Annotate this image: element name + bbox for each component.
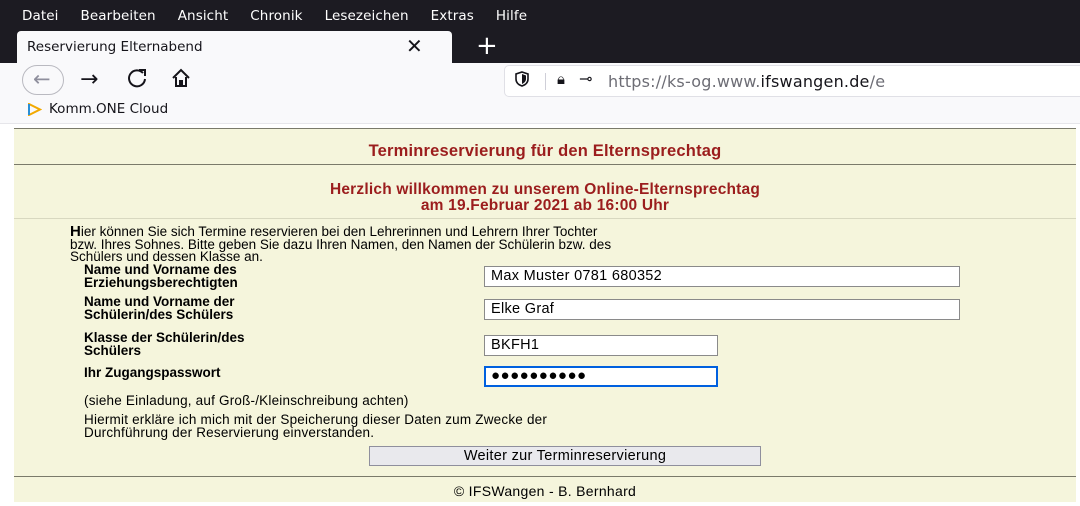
menu-datei[interactable]: Datei xyxy=(22,8,59,24)
back-button[interactable]: ← xyxy=(22,65,64,95)
shield-icon[interactable] xyxy=(515,71,529,87)
url-text[interactable]: https://ks-og.www.ifswangen.de/e xyxy=(608,72,885,91)
arrow-left-icon: ← xyxy=(33,67,51,91)
menu-ansicht[interactable]: Ansicht xyxy=(178,8,229,24)
consent-text: Hiermit erkläre ich mich mit der Speiche… xyxy=(84,412,548,440)
cloud-icon xyxy=(28,102,42,116)
menu-bar: Datei Bearbeiten Ansicht Chronik Lesezei… xyxy=(0,0,1080,31)
divider xyxy=(14,218,1076,219)
welcome-heading: Herzlich willkommen zu unserem Online-El… xyxy=(14,182,1076,214)
welcome-line-1: Herzlich willkommen zu unserem Online-El… xyxy=(329,181,761,198)
page-title: Terminreservierung für den Elternsprecht… xyxy=(368,142,722,160)
student-name-label: Name und Vorname der Schülerin/des Schül… xyxy=(84,294,235,322)
reload-icon[interactable] xyxy=(126,67,148,97)
divider xyxy=(14,476,1076,477)
bookmarks-toolbar: Komm.ONE Cloud xyxy=(0,97,1080,124)
menu-chronik[interactable]: Chronik xyxy=(250,8,302,24)
password-input[interactable]: ●●●●●●●●●● xyxy=(484,366,718,387)
student-name-input[interactable]: Elke Graf xyxy=(484,299,960,320)
password-label: Ihr Zugangspasswort xyxy=(84,365,221,380)
close-icon[interactable]: ✕ xyxy=(406,34,423,58)
url-separator xyxy=(545,73,546,90)
tab-reservierung[interactable]: Reservierung Elternabend ✕ xyxy=(17,31,452,63)
welcome-line-2: am 19.Februar 2021 ab 16:00 Uhr xyxy=(420,197,670,214)
bookmark-label: Komm.ONE Cloud xyxy=(49,101,169,117)
menu-extras[interactable]: Extras xyxy=(431,8,474,24)
intro-text: Hier können Sie sich Termine reservieren… xyxy=(70,223,612,264)
password-mask: ●●●●●●●●●● xyxy=(491,367,587,384)
menu-bearbeiten[interactable]: Bearbeiten xyxy=(81,8,156,24)
tab-title: Reservierung Elternabend xyxy=(27,39,203,55)
bookmark-komm-one-cloud[interactable]: Komm.ONE Cloud xyxy=(27,101,168,117)
continue-button[interactable]: Weiter zur Terminreservierung xyxy=(369,446,761,466)
class-label: Klasse der Schülerin/des Schülers xyxy=(84,330,245,358)
parent-name-input[interactable]: Max Muster 0781 680352 xyxy=(484,266,960,287)
menu-lesezeichen[interactable]: Lesezeichen xyxy=(325,8,409,24)
parent-name-label: Name und Vorname des Erziehungsberechtig… xyxy=(84,262,238,290)
lock-icon[interactable]: 🔒︎ xyxy=(557,70,565,88)
key-icon[interactable]: ⊸ xyxy=(579,69,592,88)
home-icon[interactable] xyxy=(170,67,192,97)
arrow-right-icon[interactable]: → xyxy=(80,67,98,93)
divider xyxy=(14,164,1076,165)
divider xyxy=(14,128,1076,129)
password-hint: (siehe Einladung, auf Groß-/Kleinschreib… xyxy=(84,393,409,408)
url-bar[interactable]: 🔒︎ ⊸ https://ks-og.www.ifswangen.de/e xyxy=(505,66,1080,96)
plus-icon[interactable]: + xyxy=(476,31,498,61)
footer-copyright: © IFSWangen - B. Bernhard xyxy=(453,483,637,499)
class-input[interactable]: BKFH1 xyxy=(484,335,718,356)
navigation-bar: ← → 🔒︎ ⊸ https://ks-og.www.ifswangen.de/… xyxy=(0,63,1080,97)
tab-strip: Reservierung Elternabend ✕ + xyxy=(0,31,1080,63)
page-content: Terminreservierung für den Elternsprecht… xyxy=(0,124,1080,506)
reservation-frame: Terminreservierung für den Elternsprecht… xyxy=(14,128,1076,502)
menu-hilfe[interactable]: Hilfe xyxy=(496,8,527,24)
